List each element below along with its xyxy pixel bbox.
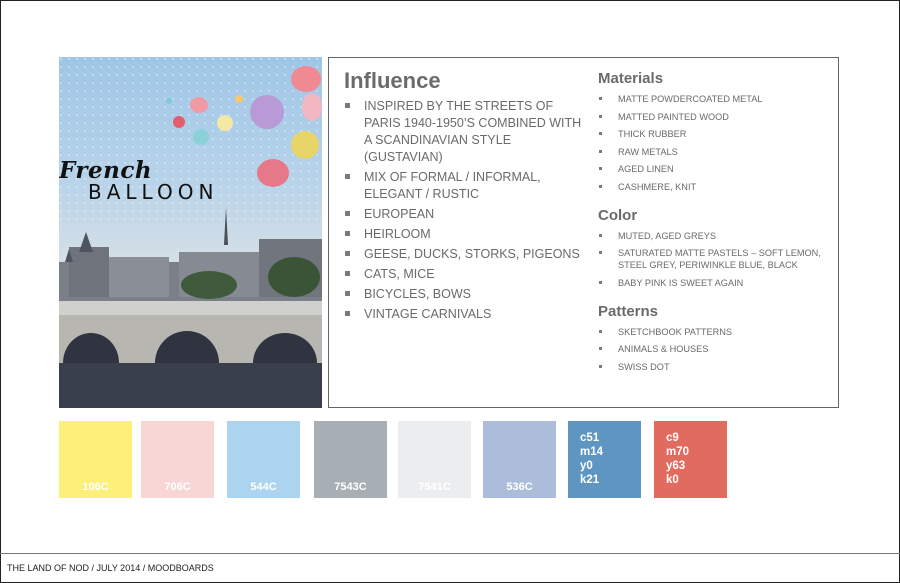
cmyk-y: y63 [666,460,686,472]
list-item: SKETCHBOOK PATTERNS [598,326,833,338]
cmyk-swatch-blue: c51 m14 y0 k21 [568,421,641,498]
patterns-section: Patterns SKETCHBOOK PATTERNS ANIMALS & H… [598,303,833,373]
list-item: ANIMALS & HOUSES [598,343,833,355]
cmyk-k: k21 [580,474,600,486]
influence-list: INSPIRED BY THE STREETS OF PARIS 1940-19… [344,98,584,323]
influence-heading: Influence [344,68,441,93]
list-item: SATURATED MATTE PASTELS – SOFT LEMON, ST… [598,247,833,271]
river [59,363,322,408]
swatch-code: 106C [82,481,109,493]
color-heading: Color [598,206,638,224]
list-item: VINTAGE CARNIVALS [344,306,584,323]
patterns-list: SKETCHBOOK PATTERNS ANIMALS & HOUSES SWI… [598,326,833,373]
list-item: HEIRLOOM [344,226,584,243]
color-list: MUTED, AGED GREYS SATURATED MATTE PASTEL… [598,230,833,289]
color-swatch-7541c: 7541C [398,421,471,498]
list-item: CASHMERE, KNIT [598,181,833,193]
swatch-code: 7543C [334,481,367,493]
list-item: EUROPEAN [344,206,584,223]
swatch-code: 536C [506,481,533,493]
list-item: MATTED PAINTED WOOD [598,111,833,123]
swatch-code: 706C [164,481,191,493]
color-swatch-106c: 106C [59,421,132,498]
list-item: MUTED, AGED GREYS [598,230,833,242]
color-swatch-536c: 536C [483,421,556,498]
footer-divider [0,553,900,554]
list-item: MATTE POWDERCOATED METAL [598,93,833,105]
list-item: AGED LINEN [598,163,833,175]
hero-main-title: BALLOON [88,180,219,204]
paris-scene-illustration [59,57,322,408]
footer-text: THE LAND OF NOD / JULY 2014 / MOODBOARDS [7,563,214,573]
patterns-heading: Patterns [598,302,659,320]
list-item: BABY PINK IS SWEET AGAIN [598,277,833,289]
color-swatch-7543c: 7543C [314,421,387,498]
materials-heading: Materials [598,70,664,87]
cmyk-c: c51 [580,432,600,444]
list-item: BICYCLES, BOWS [344,286,584,303]
color-swatch-706c: 706C [141,421,214,498]
swatch-code: 7541C [418,481,451,493]
cmyk-k: k0 [666,474,679,486]
cmyk-m: m14 [580,446,604,458]
list-item: MIX OF FORMAL / INFORMAL, ELEGANT / RUST… [344,169,584,203]
cmyk-values: c51 m14 y0 k21 [580,431,603,487]
info-panel: Influence INSPIRED BY THE STREETS OF PAR… [328,57,839,408]
influence-column: Influence INSPIRED BY THE STREETS OF PAR… [344,68,584,326]
list-item: INSPIRED BY THE STREETS OF PARIS 1940-19… [344,98,584,166]
cmyk-values: c9 m70 y63 k0 [666,431,689,487]
cmyk-swatch-coral: c9 m70 y63 k0 [654,421,727,498]
materials-list: MATTE POWDERCOATED METAL MATTED PAINTED … [598,93,833,193]
list-item: GEESE, DUCKS, STORKS, PIGEONS [344,246,584,263]
details-column: Materials MATTE POWDERCOATED METAL MATTE… [598,70,833,387]
color-swatch-544c: 544C [227,421,300,498]
cmyk-c: c9 [666,432,679,444]
list-item: RAW METALS [598,146,833,158]
materials-section: Materials MATTE POWDERCOATED METAL MATTE… [598,70,833,193]
cmyk-y: y0 [580,460,593,472]
list-item: THICK RUBBER [598,128,833,140]
list-item: SWISS DOT [598,361,833,373]
hero-image: French BALLOON [59,57,322,408]
swatch-code: 544C [250,481,277,493]
list-item: CATS, MICE [344,266,584,283]
color-section: Color MUTED, AGED GREYS SATURATED MATTE … [598,207,833,289]
cmyk-m: m70 [666,446,690,458]
